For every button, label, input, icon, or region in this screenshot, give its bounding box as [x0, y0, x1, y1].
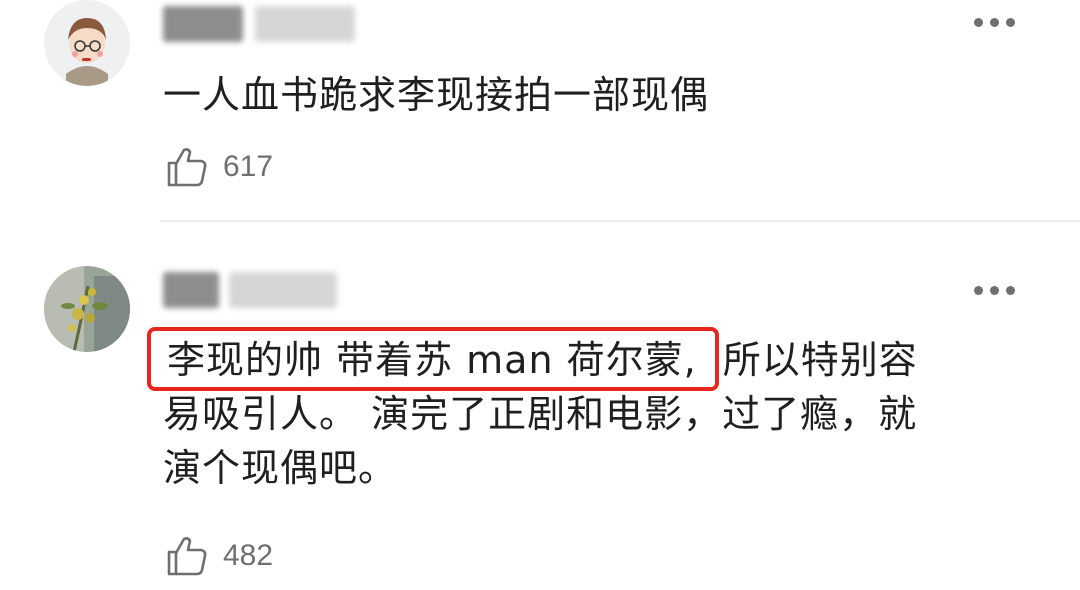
user-avatar[interactable] [44, 266, 130, 352]
thumbs-up-icon [167, 537, 207, 576]
comment-item: 李现的帅 带着苏 man 荷尔蒙, 所以特别容 易吸引人。 演完了正剧和电影，过了瘾… [0, 0, 1080, 590]
more-options-button[interactable] [974, 281, 1016, 301]
comment-text: 李现的帅 带着苏 man 荷尔蒙, 所以特别容 易吸引人。 演完了正剧和电影，过了瘾… [147, 327, 1033, 495]
like-count: 482 [223, 539, 274, 572]
plant-photo-avatar-icon [44, 266, 130, 352]
blurred-meta [229, 272, 337, 308]
blurred-name [163, 272, 219, 308]
highlighted-phrase: 李现的帅 带着苏 man 荷尔蒙, [147, 327, 719, 391]
comment-list: 一人血书跪求李现接拍一部现偶 617 李现的帅 带着苏 man 荷尔蒙, 所以特… [0, 0, 1080, 590]
more-dots-icon [974, 286, 983, 295]
like-button[interactable]: 482 [165, 533, 273, 579]
